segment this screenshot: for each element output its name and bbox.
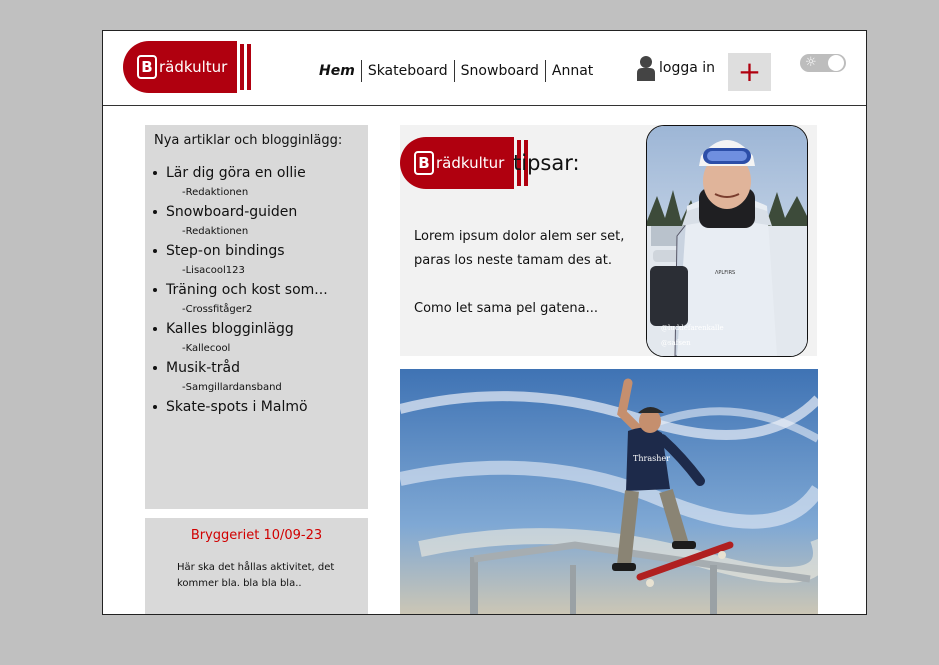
tips-logo: B rädkultur [400,137,529,189]
snowboarder-photo: ΛPLFIRS @luddefarenkalle @safsen [646,125,808,357]
user-icon [637,56,655,81]
tips-paragraph: Lorem ipsum dolor alem ser set, paras lo… [414,229,625,268]
nav-item-snowboard[interactable]: Snowboard [455,63,545,79]
article-author: -Crossfitåger2 [182,304,253,315]
page-frame: B rädkultur Hem Skateboard Snowboard Ann… [102,30,867,615]
logo-letter: B [414,151,434,175]
bullet [153,171,157,175]
logo-text: rädkultur [159,58,228,76]
article-title: Kalles blogginlägg [166,321,294,337]
list-item: Skate-spots i Malmö [151,399,328,415]
toggle-knob [828,55,844,71]
article-title: Step-on bindings [166,243,285,259]
article-title: Lär dig göra en ollie [166,165,306,181]
event-card[interactable]: Bryggeriet 10/09-23 Här ska det hållas a… [145,518,368,614]
article-title: Musik-tråd [166,360,241,376]
articles-sidebar: Nya artiklar och blogginlägg: Lär dig gö… [145,125,368,509]
bullet [153,405,157,409]
article-author: -Kallecool [182,343,231,354]
article-link[interactable]: Musik-tråd [151,360,328,376]
list-item: Träning och kost som... -Crossfitåger2 [151,282,328,315]
list-item: Musik-tråd -Samgillardansband [151,360,328,393]
article-link[interactable]: Snowboard-guiden [151,204,328,220]
svg-text:ΛPLFIRS: ΛPLFIRS [715,270,735,276]
sidebar-heading: Nya artiklar och blogginlägg: [154,133,343,148]
article-title: Skate-spots i Malmö [166,399,308,415]
article-title: Träning och kost som... [166,282,328,298]
tips-heading: tipsar: [513,151,580,175]
theme-toggle[interactable]: ☼ [800,54,846,72]
article-author: -Redaktionen [182,226,249,237]
article-link[interactable]: Skate-spots i Malmö [151,399,328,415]
tips-paragraph: Como let sama pel gatena... [414,301,599,316]
event-description: Här ska det hållas aktivitet, det kommer… [177,562,335,589]
article-link[interactable]: Step-on bindings [151,243,328,259]
logo-letter: B [137,55,157,79]
main-nav: Hem Skateboard Snowboard Annat [313,60,599,82]
photo-credit: @luddefarenkalle [661,324,724,332]
site-logo[interactable]: B rädkultur [123,41,252,93]
article-link[interactable]: Träning och kost som... [151,282,328,298]
article-author: -Samgillardansband [182,382,282,393]
photo-credit: @safsen [661,339,691,347]
tips-panel: B rädkultur tipsar: Lorem ipsum dolor al… [400,125,817,357]
snowboarder-illustration: ΛPLFIRS [647,126,807,356]
bullet [153,249,157,253]
logo-badge: B rädkultur [123,41,238,93]
tips-body: Lorem ipsum dolor alem ser set, paras lo… [414,225,646,345]
skateboarder-illustration: Thrasher [400,369,818,614]
article-title: Snowboard-guiden [166,204,298,220]
article-list: Lär dig göra en ollie -Redaktionen Snowb… [151,165,328,421]
bullet [153,327,157,331]
login-link[interactable]: logga in [637,55,715,81]
article-link[interactable]: Kalles blogginlägg [151,321,328,337]
list-item: Snowboard-guiden -Redaktionen [151,204,328,237]
add-button[interactable]: + [728,53,771,91]
logo-badge: B rädkultur [400,137,515,189]
article-author: -Lisacool123 [182,265,245,276]
logo-text: rädkultur [436,154,505,172]
login-label: logga in [659,60,716,76]
nav-item-skateboard[interactable]: Skateboard [362,63,454,79]
list-item: Step-on bindings -Lisacool123 [151,243,328,276]
svg-text:Thrasher: Thrasher [633,454,670,463]
site-header: B rädkultur Hem Skateboard Snowboard Ann… [103,31,866,106]
bullet [153,366,157,370]
logo-stripe [247,44,252,90]
nav-item-annat[interactable]: Annat [546,63,599,79]
sun-icon: ☼ [805,55,817,70]
list-item: Kalles blogginlägg -Kallecool [151,321,328,354]
article-author: -Redaktionen [182,187,249,198]
bullet [153,210,157,214]
article-link[interactable]: Lär dig göra en ollie [151,165,328,181]
nav-item-hem[interactable]: Hem [313,63,361,79]
skateboarder-photo: Thrasher [400,369,818,614]
list-item: Lär dig göra en ollie -Redaktionen [151,165,328,198]
bullet [153,288,157,292]
event-title: Bryggeriet 10/09-23 [190,528,323,543]
logo-stripe [240,44,245,90]
